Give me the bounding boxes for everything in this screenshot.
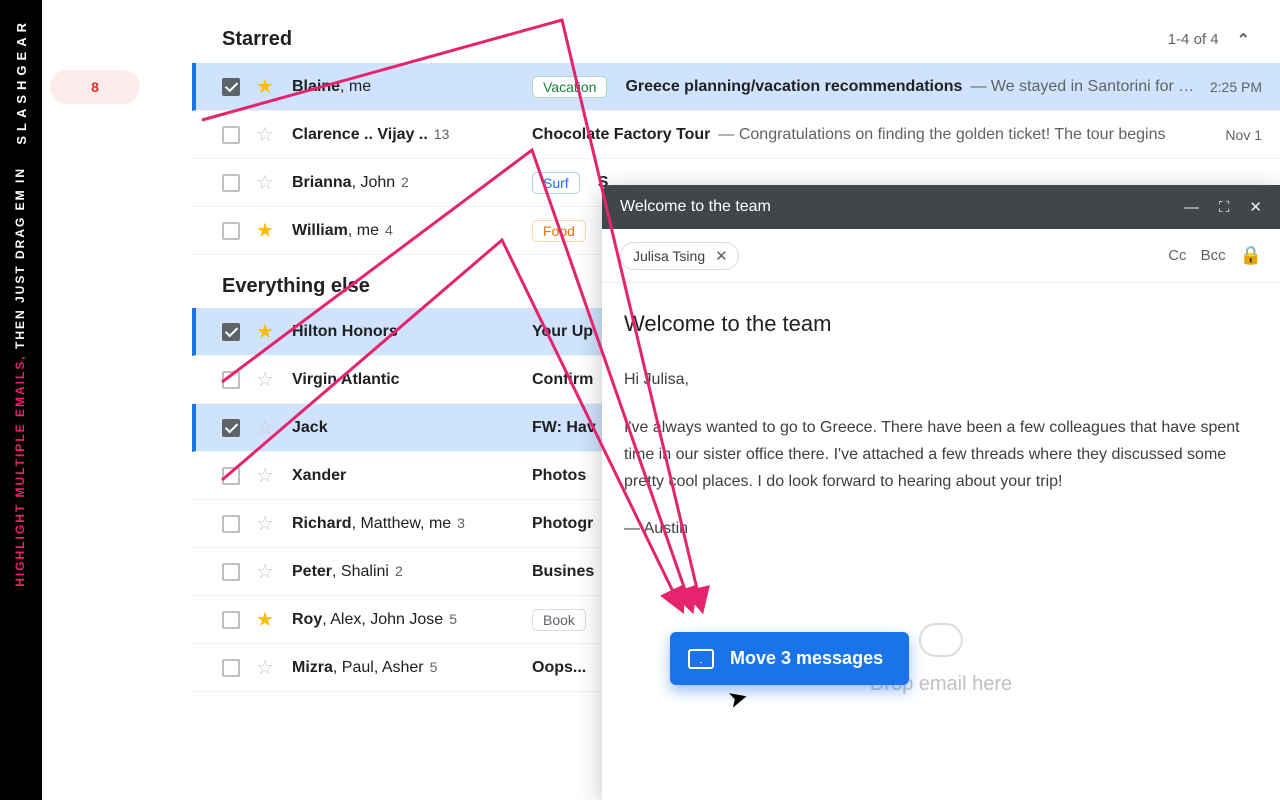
row-label-chip[interactable]: Surf — [532, 172, 580, 194]
recipient-chip[interactable]: Julisa Tsing ✕ — [620, 242, 739, 270]
star-icon[interactable]: ☆ — [256, 466, 278, 486]
star-icon[interactable]: ☆ — [256, 418, 278, 438]
star-icon[interactable]: ☆ — [256, 125, 278, 145]
row-sender: Virgin Atlantic — [292, 371, 532, 389]
star-icon[interactable]: ★ — [256, 610, 278, 630]
row-checkbox[interactable] — [222, 515, 240, 533]
star-icon[interactable]: ★ — [256, 221, 278, 241]
row-sender: Blaine, me — [292, 78, 532, 96]
section-everything-title: Everything else — [222, 275, 370, 298]
row-checkbox[interactable] — [222, 659, 240, 677]
compose-window: Welcome to the team — ⛶ ✕ Julisa Tsing ✕… — [602, 185, 1280, 800]
move-messages-label: Move 3 messages — [730, 648, 883, 669]
compose-body[interactable]: Welcome to the team Hi Julisa, I've alwa… — [602, 283, 1280, 800]
row-subject: Oops... — [532, 659, 586, 677]
fullscreen-icon[interactable]: ⛶ — [1219, 199, 1230, 216]
row-label-chip[interactable]: Book — [532, 609, 586, 631]
site-logo: SLASHGEAR — [14, 18, 29, 145]
unread-badge[interactable]: 8 — [50, 70, 140, 104]
row-checkbox[interactable] — [222, 467, 240, 485]
star-icon[interactable]: ★ — [256, 322, 278, 342]
bcc-button[interactable]: Bcc — [1201, 247, 1226, 264]
star-icon[interactable]: ☆ — [256, 658, 278, 678]
section-starred-count: 1-4 of 4 — [1168, 31, 1219, 48]
tagline-highlight: HIGHLIGHT MULTIPLE EMAILS, — [13, 354, 27, 586]
star-icon[interactable]: ☆ — [256, 370, 278, 390]
row-subject: Busines — [532, 563, 594, 581]
compose-signature: — Austin — [624, 515, 1258, 542]
recipient-name: Julisa Tsing — [633, 248, 705, 264]
row-checkbox[interactable] — [222, 174, 240, 192]
row-snippet: — Congratulations on finding the golden … — [718, 126, 1211, 144]
site-tagline: HIGHLIGHT MULTIPLE EMAILS, THEN JUST DRA… — [13, 167, 29, 587]
row-sender: Clarence .. Vijay ..13 — [292, 126, 532, 144]
envelope-icon — [688, 649, 714, 669]
compose-subject: Welcome to the team — [624, 305, 1258, 342]
remove-recipient-icon[interactable]: ✕ — [715, 247, 728, 265]
compose-recipients-row[interactable]: Julisa Tsing ✕ Cc Bcc 🔒 — [602, 229, 1280, 283]
row-sender: Jack — [292, 419, 532, 437]
row-subject: FW: Hav — [532, 419, 596, 437]
compose-titlebar[interactable]: Welcome to the team — ⛶ ✕ — [602, 185, 1280, 229]
row-label-chip[interactable]: Vacation — [532, 76, 607, 98]
site-rail: SLASHGEAR HIGHLIGHT MULTIPLE EMAILS, THE… — [0, 0, 42, 800]
star-icon[interactable]: ☆ — [256, 514, 278, 534]
mail-row[interactable]: ☆ Clarence .. Vijay ..13Chocolate Factory… — [192, 111, 1280, 159]
row-subject: Photos — [532, 467, 586, 485]
row-sender: Peter, Shalini2 — [292, 563, 532, 581]
star-icon[interactable]: ☆ — [256, 562, 278, 582]
row-sender: Richard, Matthew, me3 — [292, 515, 532, 533]
row-snippet: — We stayed in Santorini for the... — [970, 78, 1195, 96]
section-starred-header: Starred 1-4 of 4 ⌃ — [192, 0, 1280, 63]
attachment-icon — [919, 623, 963, 657]
close-icon[interactable]: ✕ — [1249, 198, 1262, 216]
section-starred-title: Starred — [222, 28, 292, 51]
star-icon[interactable]: ☆ — [256, 173, 278, 193]
row-subject: Greece planning/vacation recommendations — [625, 78, 962, 96]
compose-greeting: Hi Julisa, — [624, 366, 1258, 393]
row-checkbox[interactable] — [222, 563, 240, 581]
row-subject: Confirm — [532, 371, 593, 389]
mail-row[interactable]: ★ Blaine, meVacation Greece planning/vacat… — [192, 63, 1280, 111]
row-date: 2:25 PM — [1210, 79, 1262, 95]
row-checkbox[interactable] — [222, 611, 240, 629]
row-sender: Mizra, Paul, Asher5 — [292, 659, 532, 677]
row-checkbox[interactable] — [222, 222, 240, 240]
row-label-chip[interactable]: Food — [532, 220, 586, 242]
row-checkbox[interactable] — [222, 323, 240, 341]
compose-window-title: Welcome to the team — [620, 198, 771, 216]
row-checkbox[interactable] — [222, 78, 240, 96]
row-subject: Photogr — [532, 515, 593, 533]
row-sender: Hilton Honors — [292, 323, 532, 341]
main-area: 8 Starred 1-4 of 4 ⌃ ★ Blaine, meVacation… — [42, 0, 1280, 800]
row-checkbox[interactable] — [222, 126, 240, 144]
row-checkbox[interactable] — [222, 371, 240, 389]
lock-icon[interactable]: 🔒 — [1240, 245, 1262, 266]
compose-paragraph: I've always wanted to go to Greece. Ther… — [624, 414, 1258, 496]
row-checkbox[interactable] — [222, 419, 240, 437]
move-messages-pill[interactable]: Move 3 messages — [670, 632, 909, 685]
row-subject: Chocolate Factory Tour — [532, 126, 710, 144]
cc-button[interactable]: Cc — [1168, 247, 1186, 264]
tagline-rest: THEN JUST DRAG EM IN — [13, 167, 27, 354]
star-icon[interactable]: ★ — [256, 77, 278, 97]
row-sender: Xander — [292, 467, 532, 485]
row-sender: Brianna, John2 — [292, 174, 532, 192]
row-subject: Your Up — [532, 323, 593, 341]
row-sender: William, me4 — [292, 222, 532, 240]
chevron-up-icon[interactable]: ⌃ — [1237, 30, 1250, 50]
row-date: Nov 1 — [1225, 127, 1262, 143]
minimize-icon[interactable]: — — [1184, 199, 1199, 216]
row-sender: Roy, Alex, John Jose5 — [292, 611, 532, 629]
